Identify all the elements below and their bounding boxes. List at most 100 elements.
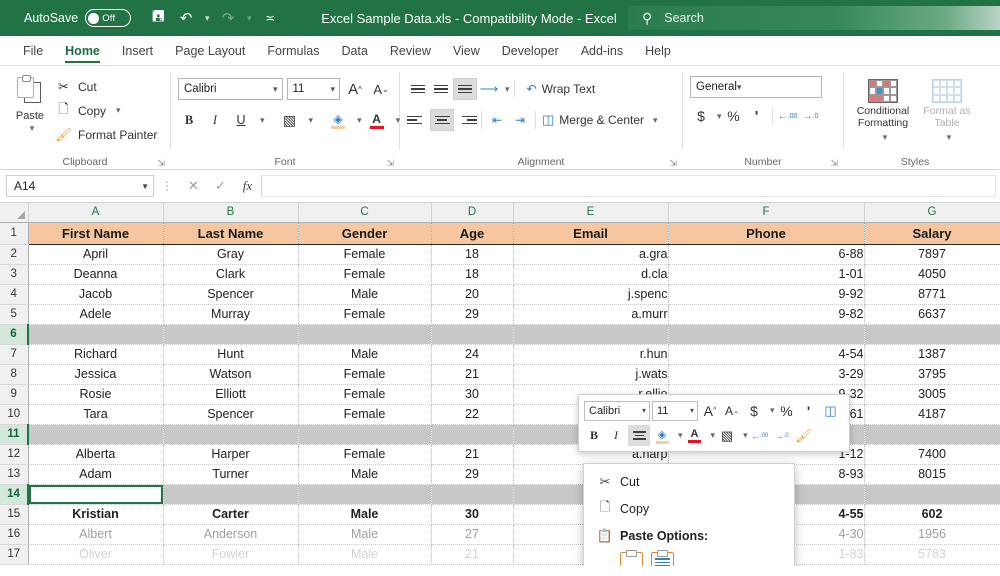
cell-gender-4[interactable]: Male — [298, 284, 431, 304]
cell-age-7[interactable]: 24 — [431, 344, 513, 364]
cell-first-name-5[interactable]: Adele — [28, 304, 163, 324]
cell-salary-8[interactable]: 3795 — [864, 364, 1000, 384]
tab-page-layout[interactable]: Page Layout — [164, 40, 256, 61]
cell-salary-2[interactable]: 7897 — [864, 244, 1000, 264]
save-icon[interactable]: 🖪 — [145, 5, 171, 31]
mini-increase-decimal-icon[interactable]: →.0 — [772, 425, 792, 446]
align-top-button[interactable] — [407, 78, 429, 100]
align-left-button[interactable] — [407, 109, 429, 131]
cell-first-name-15[interactable]: Kristian — [28, 504, 163, 524]
orientation-dropdown-icon[interactable]: ▾ — [505, 84, 510, 95]
cell-salary-17[interactable]: 5783 — [864, 544, 1000, 564]
wrap-text-button[interactable]: ↶ Wrap Text — [527, 82, 596, 96]
undo-icon[interactable]: ↶ — [173, 5, 199, 31]
select-all-button[interactable] — [0, 203, 28, 222]
row-header-11[interactable]: 11 — [0, 424, 28, 444]
cell-phone-3[interactable]: 1-01 — [668, 264, 864, 284]
mini-font-color-dropdown-icon[interactable]: ▾ — [711, 430, 716, 441]
cell-email-5[interactable]: a.murr — [513, 304, 668, 324]
cell-age-12[interactable]: 21 — [431, 444, 513, 464]
merge-center-button[interactable]: ◫ Merge & Center ▾ — [542, 112, 658, 128]
merge-dropdown-icon[interactable]: ▾ — [653, 115, 658, 126]
mini-percent-button[interactable]: % — [777, 400, 797, 421]
cell-first-name-11[interactable] — [28, 424, 163, 444]
cell-salary-6[interactable] — [864, 324, 1000, 344]
row-header-1[interactable]: 1 — [0, 222, 28, 244]
cell-first-name-8[interactable]: Jessica — [28, 364, 163, 384]
column-header-e[interactable]: E — [513, 203, 668, 222]
tab-insert[interactable]: Insert — [111, 40, 164, 61]
cell-age-13[interactable]: 29 — [431, 464, 513, 484]
cell-first-name-6[interactable] — [28, 324, 163, 344]
tab-add-ins[interactable]: Add-ins — [570, 40, 634, 61]
cell-gender-10[interactable]: Female — [298, 404, 431, 424]
cell-age-16[interactable]: 27 — [431, 524, 513, 544]
header-cell-gender[interactable]: Gender — [298, 222, 431, 244]
cell-gender-6[interactable] — [298, 324, 431, 344]
cell-age-4[interactable]: 20 — [431, 284, 513, 304]
cell-age-14[interactable] — [431, 484, 513, 504]
formula-input[interactable] — [261, 175, 996, 197]
font-color-icon[interactable]: A — [366, 109, 388, 131]
cell-first-name-14[interactable] — [28, 484, 163, 504]
cell-age-17[interactable]: 21 — [431, 544, 513, 564]
increase-font-size-button[interactable]: A^ — [344, 78, 366, 100]
copy-button[interactable]: 🗋 Copy ▾ — [55, 100, 157, 121]
font-size-select[interactable]: 11 ▾ — [287, 78, 341, 100]
font-dialog-launcher[interactable]: ⇲ — [386, 158, 394, 169]
tab-review[interactable]: Review — [379, 40, 442, 61]
cell-salary-3[interactable]: 4050 — [864, 264, 1000, 284]
format-painter-button[interactable]: 🖌 Format Painter — [55, 124, 157, 145]
cell-salary-11[interactable] — [864, 424, 1000, 444]
mini-bold-button[interactable]: B — [584, 425, 604, 446]
cell-age-10[interactable]: 22 — [431, 404, 513, 424]
mini-currency-button[interactable]: $ — [744, 400, 764, 421]
header-cell-last-name[interactable]: Last Name — [163, 222, 298, 244]
cell-age-15[interactable]: 30 — [431, 504, 513, 524]
format-as-table-dropdown-icon[interactable]: ▾ — [947, 131, 952, 143]
row-header-14[interactable]: 14 — [0, 484, 28, 504]
row-header-6[interactable]: 6 — [0, 324, 28, 344]
tab-developer[interactable]: Developer — [491, 40, 570, 61]
redo-icon[interactable]: ↷ — [215, 5, 241, 31]
percent-button[interactable]: % — [723, 105, 745, 127]
cell-phone-4[interactable]: 9-92 — [668, 284, 864, 304]
row-header-13[interactable]: 13 — [0, 464, 28, 484]
cell-age-6[interactable] — [431, 324, 513, 344]
decrease-indent-button[interactable]: ⇤ — [486, 109, 508, 131]
cell-age-2[interactable]: 18 — [431, 244, 513, 264]
tab-home[interactable]: Home — [54, 40, 111, 61]
cell-gender-11[interactable] — [298, 424, 431, 444]
cut-button[interactable]: ✂ Cut — [55, 76, 157, 97]
borders-icon[interactable]: ▧ — [279, 109, 301, 131]
cell-gender-9[interactable]: Female — [298, 384, 431, 404]
number-dialog-launcher[interactable]: ⇲ — [830, 158, 838, 169]
cell-first-name-4[interactable]: Jacob — [28, 284, 163, 304]
copy-dropdown-icon[interactable]: ▾ — [116, 105, 121, 116]
mini-comma-style-button[interactable]: ' — [799, 400, 819, 421]
cell-salary-15[interactable]: 602 — [864, 504, 1000, 524]
column-header-f[interactable]: F — [668, 203, 864, 222]
cell-last-name-9[interactable]: Elliott — [163, 384, 298, 404]
row-header-7[interactable]: 7 — [0, 344, 28, 364]
column-header-a[interactable]: A — [28, 203, 163, 222]
row-header-15[interactable]: 15 — [0, 504, 28, 524]
tab-file[interactable]: File — [12, 40, 54, 61]
paste-keep-source-icon[interactable] — [651, 552, 674, 566]
increase-indent-button[interactable]: ⇥ — [509, 109, 531, 131]
mini-format-painter-icon[interactable]: 🖌 — [794, 425, 814, 446]
row-header-3[interactable]: 3 — [0, 264, 28, 284]
row-header-8[interactable]: 8 — [0, 364, 28, 384]
context-menu-item-cut[interactable]: ✂ Cut — [584, 468, 794, 495]
decrease-font-size-button[interactable]: A⌄ — [370, 78, 392, 100]
header-cell-salary[interactable]: Salary — [864, 222, 1000, 244]
alignment-dialog-launcher[interactable]: ⇲ — [669, 158, 677, 169]
cell-gender-17[interactable]: Male — [298, 544, 431, 564]
cell-last-name-5[interactable]: Murray — [163, 304, 298, 324]
cell-gender-3[interactable]: Female — [298, 264, 431, 284]
comma-style-button[interactable]: ' — [746, 105, 768, 127]
cell-first-name-3[interactable]: Deanna — [28, 264, 163, 284]
cell-salary-7[interactable]: 1387 — [864, 344, 1000, 364]
header-cell-age[interactable]: Age — [431, 222, 513, 244]
cell-first-name-13[interactable]: Adam — [28, 464, 163, 484]
